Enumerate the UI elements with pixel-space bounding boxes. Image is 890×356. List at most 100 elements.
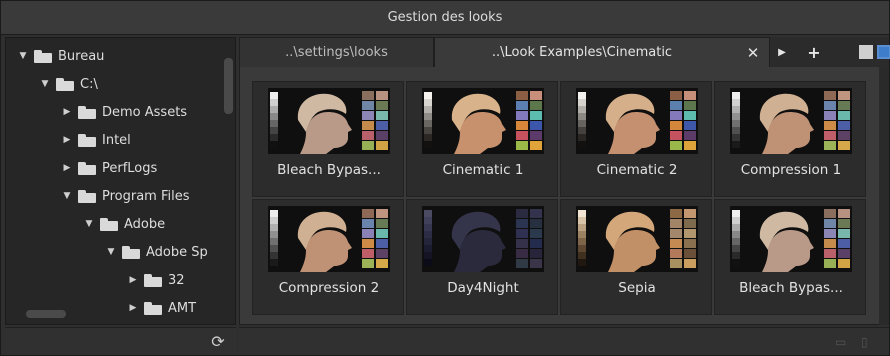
- expand-right-icon[interactable]: ▶: [126, 303, 140, 313]
- tree-item-label: Adobe: [124, 216, 166, 232]
- portrait-image: [605, 93, 660, 154]
- tab-label: ..\Look Examples\Cinematic: [491, 45, 673, 60]
- expand-right-icon[interactable]: ▶: [60, 163, 74, 173]
- tree-item-label: Bureau: [58, 48, 105, 64]
- grayscale-strip: [424, 92, 432, 150]
- folder-icon: [56, 77, 74, 91]
- look-thumbnail: [268, 206, 390, 272]
- color-checker: [670, 91, 696, 151]
- trash-icon[interactable]: ▯: [861, 336, 877, 349]
- color-checker: [516, 91, 542, 151]
- grayscale-strip: [578, 92, 586, 150]
- grid-view-icon[interactable]: [877, 45, 890, 59]
- look-thumbnail: [422, 206, 544, 272]
- folder-icon: [34, 49, 52, 63]
- look-card[interactable]: Bleach Bypas...: [252, 81, 404, 197]
- look-card[interactable]: Compression 2: [252, 199, 404, 315]
- tree-item[interactable]: ▶ 32: [6, 266, 222, 294]
- list-view-icon[interactable]: [859, 45, 873, 59]
- folder-icon: [78, 189, 96, 203]
- portrait-image: [759, 211, 814, 272]
- look-name: Bleach Bypas...: [739, 280, 843, 296]
- tree-item[interactable]: ▶ Intel: [6, 126, 222, 154]
- folder-icon: [122, 245, 140, 259]
- tree-item-label: C:\: [80, 76, 98, 92]
- looks-grid-area: Bleach Bypas... Cinematic 1 Cinematic 2 Com…: [239, 67, 889, 325]
- tree-item-label: 32: [168, 272, 185, 288]
- grayscale-strip: [424, 210, 432, 268]
- color-checker: [362, 91, 388, 151]
- expand-down-icon[interactable]: ▼: [60, 191, 74, 201]
- folder-icon: [100, 217, 118, 231]
- tree-item[interactable]: ▼ Program Files: [6, 182, 222, 210]
- portrait-image: [605, 211, 660, 272]
- folder-tree: ▼ Bureau ▼ C:\ ▶ Demo Assets ▶ Intel ▶ PerfLogs ▼ P…: [6, 42, 222, 322]
- look-thumbnail: [268, 88, 390, 154]
- portrait-image: [759, 93, 814, 154]
- looks-grid: Bleach Bypas... Cinematic 1 Cinematic 2 Com…: [252, 81, 866, 315]
- expand-down-icon[interactable]: ▼: [38, 79, 52, 89]
- tree-item[interactable]: ▼ C:\: [6, 70, 222, 98]
- expand-down-icon[interactable]: ▼: [104, 247, 118, 257]
- tree-item[interactable]: ▶ Demo Assets: [6, 98, 222, 126]
- tree-horizontal-scrollbar[interactable]: [26, 310, 66, 318]
- folder-tree-panel: ▼ Bureau ▼ C:\ ▶ Demo Assets ▶ Intel ▶ PerfLogs ▼ P…: [5, 37, 236, 325]
- tree-item[interactable]: ▶ PerfLogs: [6, 154, 222, 182]
- look-card[interactable]: Sepia: [560, 199, 712, 315]
- tab-look-examples-cinematic[interactable]: ..\Look Examples\Cinematic ✕: [434, 37, 770, 67]
- look-thumbnail: [730, 88, 852, 154]
- tree-item-label: AMT: [168, 300, 197, 316]
- expand-right-icon[interactable]: ▶: [60, 107, 74, 117]
- looks-manager-window: Gestion des looks ▼ Bureau ▼ C:\ ▶ Demo Asset…: [0, 0, 890, 356]
- look-card[interactable]: Day4Night: [406, 199, 558, 315]
- next-tab-icon[interactable]: ▶: [767, 37, 797, 67]
- look-card[interactable]: Compression 1: [714, 81, 866, 197]
- grid-scroll-track: [879, 67, 889, 325]
- folder-icon: [144, 273, 162, 287]
- look-card[interactable]: Bleach Bypas...: [714, 199, 866, 315]
- expand-down-icon[interactable]: ▼: [16, 51, 30, 61]
- look-name: Cinematic 1: [442, 162, 524, 178]
- grayscale-strip: [270, 92, 278, 150]
- tree-item-label: Adobe Sp: [146, 244, 208, 260]
- tree-vertical-scrollbar[interactable]: [224, 58, 233, 114]
- look-thumbnail: [576, 206, 698, 272]
- color-checker: [824, 91, 850, 151]
- tab-settings-looks[interactable]: ..\settings\looks: [239, 37, 434, 67]
- tree-item[interactable]: ▼ Adobe: [6, 210, 222, 238]
- color-checker: [670, 209, 696, 269]
- grayscale-strip: [578, 210, 586, 268]
- look-card[interactable]: Cinematic 1: [406, 81, 558, 197]
- folder-icon: [78, 161, 96, 175]
- tab-label: ..\settings\looks: [285, 45, 388, 60]
- folder-icon: [78, 105, 96, 119]
- tree-item-label: PerfLogs: [102, 160, 158, 176]
- move-to-folder-icon[interactable]: ▭: [835, 336, 851, 349]
- grayscale-strip: [270, 210, 278, 268]
- look-thumbnail: [730, 206, 852, 272]
- tree-item[interactable]: ▼ Adobe Sp: [6, 238, 222, 266]
- expand-right-icon[interactable]: ▶: [60, 135, 74, 145]
- expand-down-icon[interactable]: ▼: [82, 219, 96, 229]
- color-checker: [824, 209, 850, 269]
- color-checker: [362, 209, 388, 269]
- look-name: Cinematic 2: [596, 162, 678, 178]
- grayscale-strip: [732, 92, 740, 150]
- look-thumbnail: [576, 88, 698, 154]
- color-checker: [516, 209, 542, 269]
- tree-item-label: Intel: [102, 132, 131, 148]
- tree-item[interactable]: ▼ Bureau: [6, 42, 222, 70]
- close-icon[interactable]: ✕: [745, 44, 761, 62]
- tree-item-label: Demo Assets: [102, 104, 188, 120]
- look-name: Sepia: [618, 280, 656, 296]
- add-tab-icon[interactable]: +: [799, 37, 829, 67]
- look-name: Compression 1: [740, 162, 842, 178]
- portrait-image: [451, 93, 506, 154]
- look-name: Compression 2: [278, 280, 380, 296]
- content-footer: ▭ ▯: [239, 327, 889, 355]
- refresh-icon[interactable]: ⟳: [210, 334, 226, 350]
- look-card[interactable]: Cinematic 2: [560, 81, 712, 197]
- look-thumbnail: [422, 88, 544, 154]
- look-name: Bleach Bypas...: [277, 162, 381, 178]
- expand-right-icon[interactable]: ▶: [126, 275, 140, 285]
